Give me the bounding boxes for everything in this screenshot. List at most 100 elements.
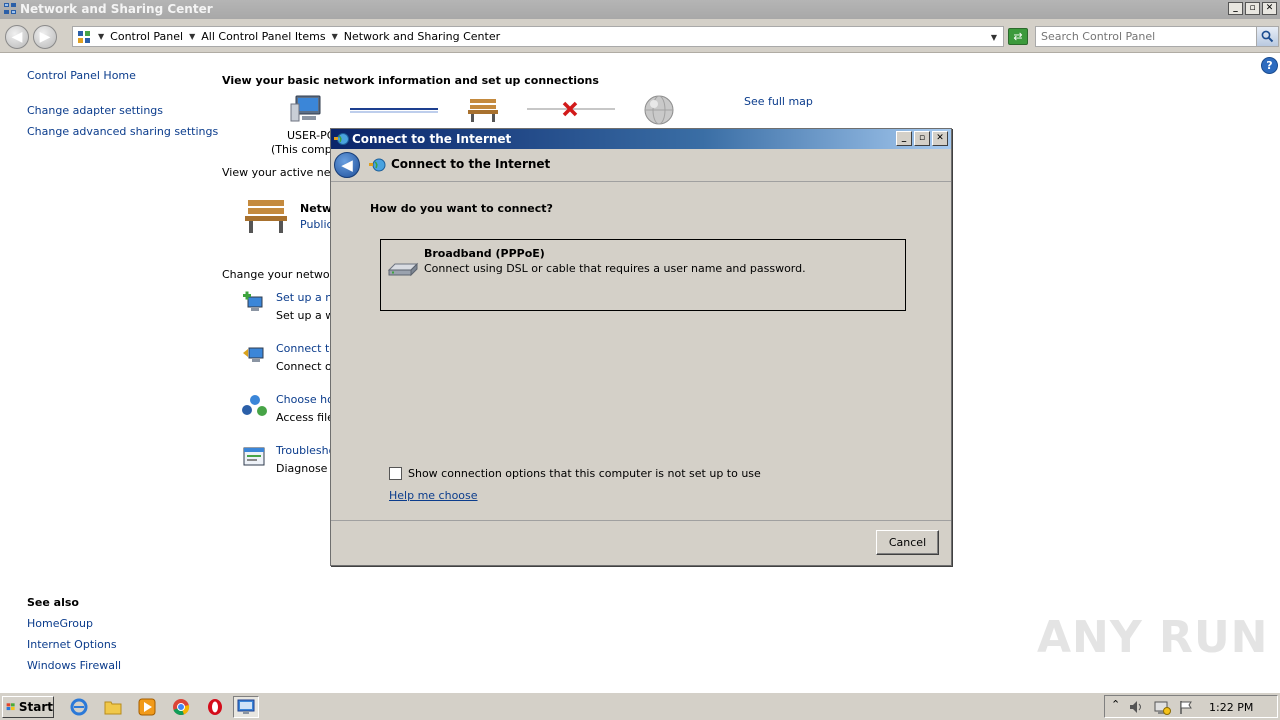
computer-sub-label: (This compu: [271, 143, 339, 156]
window-titlebar: Network and Sharing Center _ ▫ ✕: [0, 0, 1280, 19]
address-dropdown-icon[interactable]: ▼: [991, 33, 997, 42]
network-center-icon: [237, 699, 255, 714]
troubleshoot-icon: [243, 447, 265, 466]
close-button[interactable]: ✕: [1262, 2, 1277, 15]
control-panel-icon: [78, 30, 90, 43]
connect-globe-icon: [369, 158, 386, 172]
breadcrumb-control-panel[interactable]: Control Panel: [110, 30, 183, 43]
back-arrow-icon: ◀: [11, 29, 23, 45]
search-button[interactable]: [1256, 27, 1278, 46]
dialog-maximize-button[interactable]: ▫: [914, 131, 930, 146]
folder-icon: [104, 701, 122, 715]
connect-internet-dialog: Connect to the Internet _ ▫ ✕ ◀ Connect …: [330, 128, 952, 566]
back-arrow-icon: ◀: [341, 156, 353, 174]
breadcrumb-all-items[interactable]: All Control Panel Items: [201, 30, 325, 43]
search-input[interactable]: [1036, 27, 1246, 46]
dialog-titlebar: Connect to the Internet _ ▫ ✕: [331, 129, 951, 149]
change-advanced-sharing-link[interactable]: Change advanced sharing settings: [27, 125, 218, 138]
anyrun-watermark: ANY RUN: [1037, 612, 1269, 663]
network-name: Netw: [300, 202, 333, 215]
connect-globe-icon: [334, 133, 349, 145]
task-connect-link[interactable]: Connect to: [276, 342, 336, 355]
help-button[interactable]: ?: [1261, 57, 1278, 74]
active-networks-heading: View your active netw: [222, 166, 344, 179]
control-panel-home-link[interactable]: Control Panel Home: [27, 69, 136, 82]
internet-explorer-icon: [70, 698, 88, 716]
dialog-title: Connect to the Internet: [352, 132, 512, 146]
network-bench-icon: [245, 200, 287, 233]
clock[interactable]: 1:22 PM: [1209, 701, 1253, 714]
system-tray: ⌃ 1:22 PM: [1104, 695, 1278, 718]
option-title: Broadband (PPPoE): [424, 247, 545, 260]
taskbar-media-player[interactable]: [134, 696, 160, 718]
option-description: Connect using DSL or cable that requires…: [424, 262, 806, 275]
dialog-minimize-button[interactable]: _: [896, 131, 912, 146]
refresh-button[interactable]: ⇄: [1008, 28, 1028, 45]
taskbar-chrome[interactable]: [168, 696, 194, 718]
help-me-choose-link[interactable]: Help me choose: [389, 489, 478, 502]
chevron-right-icon[interactable]: ▼: [189, 32, 195, 41]
search-box[interactable]: [1035, 26, 1279, 47]
window-title: Network and Sharing Center: [20, 2, 213, 16]
see-full-map-link[interactable]: See full map: [744, 95, 813, 108]
chevron-right-icon[interactable]: ▼: [332, 32, 338, 41]
network-center-icon: [4, 3, 16, 14]
show-options-label[interactable]: Show connection options that this comput…: [408, 467, 761, 480]
refresh-icon: ⇄: [1013, 30, 1023, 43]
task-homegroup-link[interactable]: Choose hor: [276, 393, 338, 406]
network-status-icon[interactable]: [1153, 700, 1171, 715]
new-connection-icon: [243, 291, 263, 311]
breadcrumb-network-center[interactable]: Network and Sharing Center: [344, 30, 500, 43]
taskbar-ie[interactable]: [66, 696, 92, 718]
address-field[interactable]: ▼ Control Panel ▼ All Control Panel Item…: [72, 26, 1004, 47]
start-button[interactable]: Start: [2, 696, 54, 718]
dialog-back-button[interactable]: ◀: [334, 152, 360, 178]
dialog-header-title: Connect to the Internet: [391, 157, 551, 171]
connection-broken-icon: [527, 101, 615, 117]
broadband-pppoe-option[interactable]: Broadband (PPPoE) Connect using DSL or c…: [380, 239, 906, 311]
dialog-header: ◀ Connect to the Internet: [331, 149, 951, 182]
task-troubleshoot-link[interactable]: Troublesho: [276, 444, 335, 457]
network-type-link[interactable]: Public: [300, 218, 333, 231]
taskbar-explorer[interactable]: [100, 696, 126, 718]
computer-icon: [290, 95, 321, 122]
change-adapter-settings-link[interactable]: Change adapter settings: [27, 104, 163, 117]
opera-icon: [208, 699, 222, 715]
windows-firewall-link[interactable]: Windows Firewall: [27, 659, 121, 672]
taskbar: Start ⌃ 1:22 PM: [0, 692, 1280, 720]
minimize-button[interactable]: _: [1228, 2, 1243, 15]
show-options-checkbox[interactable]: [389, 467, 402, 480]
connect-network-icon: [243, 347, 264, 362]
task-connect-desc: Connect or: [276, 360, 337, 373]
start-label: Start: [18, 700, 53, 714]
forward-button[interactable]: ▶: [33, 25, 57, 49]
dialog-close-button[interactable]: ✕: [932, 131, 948, 146]
address-bar: ◀ ▶ ▼ Control Panel ▼ All Control Panel …: [0, 19, 1280, 53]
homegroup-link[interactable]: HomeGroup: [27, 617, 93, 630]
taskbar-network-center[interactable]: [233, 696, 259, 718]
chrome-icon: [173, 699, 190, 716]
speaker-icon[interactable]: [1129, 700, 1145, 714]
action-center-flag-icon[interactable]: [1179, 700, 1193, 715]
windows-logo-icon: [6, 703, 15, 711]
chevron-right-icon[interactable]: ▼: [98, 32, 104, 41]
taskbar-opera[interactable]: [202, 696, 228, 718]
homegroup-icon: [242, 395, 267, 416]
cancel-button[interactable]: Cancel: [876, 530, 939, 555]
connection-line-ok: [350, 108, 438, 113]
dialog-body: How do you want to connect? Broadband (P…: [331, 182, 951, 521]
modem-icon: [387, 262, 419, 277]
back-button[interactable]: ◀: [5, 25, 29, 49]
computer-name-label: USER-PC: [287, 129, 335, 142]
maximize-button[interactable]: ▫: [1245, 2, 1260, 15]
page-heading: View your basic network information and …: [222, 74, 599, 87]
change-settings-heading: Change your networki: [222, 268, 344, 281]
help-icon: ?: [1266, 59, 1273, 72]
show-options-row[interactable]: Show connection options that this comput…: [389, 467, 761, 480]
internet-globe-icon: [644, 95, 674, 125]
internet-options-link[interactable]: Internet Options: [27, 638, 117, 651]
show-hidden-icons-icon[interactable]: ⌃: [1111, 698, 1120, 711]
search-icon: [1261, 30, 1274, 43]
see-also-heading: See also: [27, 596, 79, 609]
connect-question: How do you want to connect?: [370, 202, 553, 215]
